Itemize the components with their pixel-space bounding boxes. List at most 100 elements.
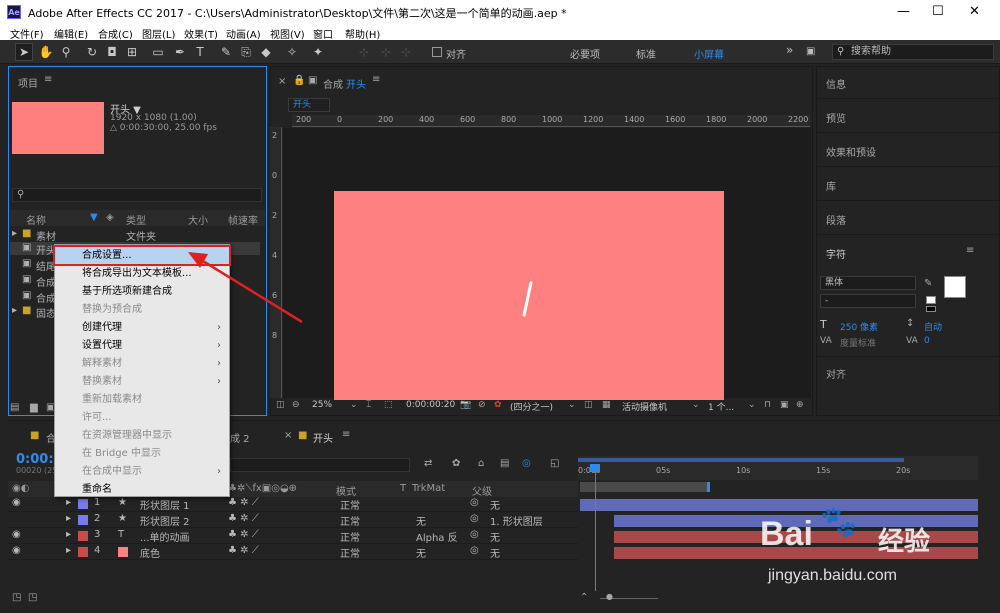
playhead-handle[interactable] bbox=[590, 464, 600, 472]
camera-dropdown[interactable]: 活动摄像机 bbox=[622, 400, 667, 413]
minimize-icon[interactable]: — bbox=[897, 4, 910, 19]
safe-zones-icon[interactable]: ⌶ bbox=[366, 400, 371, 410]
pickwhip-icon[interactable]: ◎ bbox=[470, 497, 479, 508]
layer-label-color[interactable] bbox=[78, 499, 88, 509]
layer-label-color[interactable] bbox=[78, 531, 88, 541]
rectangle-tool-icon[interactable]: ▭ bbox=[150, 44, 166, 60]
help-search-input[interactable]: ⚲ 搜索帮助 bbox=[832, 44, 994, 60]
rotate-tool-icon[interactable]: ↻ bbox=[84, 44, 100, 60]
pan-behind-tool-icon[interactable]: ⊞ bbox=[124, 44, 140, 60]
camera-tool-icon[interactable]: ◘ bbox=[104, 44, 120, 60]
layer-label-color[interactable] bbox=[78, 547, 88, 557]
timeline-tab-active[interactable]: 开头 bbox=[313, 430, 333, 445]
panel-menu-icon[interactable]: ≡ bbox=[372, 74, 380, 85]
pickwhip-icon[interactable]: ◎ bbox=[470, 529, 479, 540]
av-features-icon[interactable]: ◉◐ bbox=[12, 483, 29, 494]
brush-tool-icon[interactable]: ✎ bbox=[218, 44, 234, 60]
context-menu-item[interactable]: 在 Bridge 中显示 bbox=[55, 445, 229, 462]
color-channel-icon[interactable]: ✿ bbox=[494, 400, 502, 410]
resolution-dropdown[interactable]: (四分之一) bbox=[510, 400, 553, 413]
dropdown-arrow-icon[interactable]: ⌄ bbox=[350, 400, 358, 410]
workspace-menu-icon[interactable]: ▣ bbox=[806, 46, 815, 57]
layer-row[interactable]: ◉ ▸ 1 ★ 形状图层 1 ♣ ✲ ⟋ 正常 ◎ 无 bbox=[8, 497, 578, 512]
region-of-interest-icon[interactable]: ◫ bbox=[584, 400, 593, 410]
effects-presets-tab[interactable]: 效果和预设 bbox=[826, 144, 876, 159]
label-tag-icon[interactable]: ◈ bbox=[106, 212, 114, 223]
layer-switches-icon[interactable]: ♣ ✲ ⟋ bbox=[228, 529, 259, 540]
layer-name[interactable]: 形状图层 1 bbox=[140, 497, 190, 512]
paragraph-tab[interactable]: 段落 bbox=[826, 212, 846, 227]
context-menu-item[interactable]: 许可... bbox=[55, 409, 229, 426]
context-menu-item[interactable]: 在合成中显示 › bbox=[55, 463, 229, 480]
new-folder-icon[interactable]: ▆ bbox=[30, 402, 38, 413]
clone-tool-icon[interactable]: ⎘ bbox=[238, 44, 254, 60]
column-trkmat[interactable]: TrkMat bbox=[412, 483, 445, 494]
layer-row[interactable]: ▸ 2 ★ 形状图层 2 ♣ ✲ ⟋ 正常 无 ◎ 1. 形状图层 bbox=[8, 513, 578, 528]
comp-frame[interactable] bbox=[334, 191, 724, 400]
fast-previews-icon[interactable]: ▣ bbox=[780, 400, 789, 410]
transparency-grid-icon[interactable]: ▦ bbox=[602, 400, 611, 410]
workspace-essentials[interactable]: 必要项 bbox=[570, 46, 600, 61]
info-panel-tab[interactable]: 信息 bbox=[826, 76, 846, 91]
layer-switches-icon[interactable]: ♣ ✲ ⟋ bbox=[228, 545, 259, 556]
leading-value[interactable]: 自动 bbox=[924, 320, 942, 333]
layer-mode[interactable]: 正常 bbox=[340, 513, 360, 528]
expand-arrow-icon[interactable]: ▸ bbox=[66, 545, 71, 556]
time-ruler[interactable]: 0:00s 05s 10s 15s 20s bbox=[578, 456, 978, 480]
toggle-switches-icon[interactable]: ◳ bbox=[12, 592, 21, 603]
column-type[interactable]: 类型 bbox=[126, 212, 146, 227]
expand-arrow-icon[interactable]: ▸ bbox=[12, 228, 17, 239]
timeline-search-input[interactable] bbox=[230, 458, 410, 472]
zoom-dropdown[interactable]: 25% bbox=[312, 400, 332, 410]
expand-arrow-icon[interactable]: ▸ bbox=[66, 513, 71, 524]
white-swatch[interactable] bbox=[926, 296, 936, 304]
dropdown-arrow-icon[interactable]: ⌄ bbox=[748, 400, 756, 410]
visibility-eye-icon[interactable]: ◉ bbox=[12, 529, 21, 540]
menu-edit[interactable]: 编辑(E) bbox=[54, 26, 88, 41]
dropdown-arrow-icon[interactable]: ⌄ bbox=[568, 400, 576, 410]
shape-layer-stroke[interactable] bbox=[522, 281, 533, 317]
local-axis-icon[interactable]: ⊹ bbox=[356, 44, 372, 60]
always-preview-icon[interactable]: ◫ bbox=[276, 400, 285, 410]
view-axis-icon[interactable]: ⊹ bbox=[398, 44, 414, 60]
zoom-slider-thumb[interactable]: ● bbox=[606, 592, 613, 601]
selection-tool-icon[interactable]: ➤ bbox=[15, 43, 33, 61]
layer-parent[interactable]: 无 bbox=[490, 545, 500, 560]
zoom-tool-icon[interactable]: ⚲ bbox=[58, 44, 74, 60]
current-time[interactable]: 0:00:00:20 bbox=[406, 400, 455, 410]
character-tab[interactable]: 字符 bbox=[826, 246, 846, 261]
magnification-icon[interactable]: ⊖ bbox=[292, 400, 300, 410]
visibility-eye-icon[interactable]: ◉ bbox=[12, 545, 21, 556]
layer-name[interactable]: 底色 bbox=[140, 545, 160, 560]
pickwhip-icon[interactable]: ◎ bbox=[470, 545, 479, 556]
layer-parent[interactable]: 无 bbox=[490, 529, 500, 544]
layer-name[interactable]: 形状图层 2 bbox=[140, 513, 190, 528]
context-menu-item[interactable]: 设置代理 › bbox=[55, 337, 229, 354]
close-tab-icon[interactable]: × bbox=[284, 430, 292, 441]
kerning-value[interactable]: 度量标准 bbox=[840, 336, 876, 349]
views-dropdown[interactable]: 1 个... bbox=[708, 400, 734, 413]
timeline-timecode[interactable]: 0:00: bbox=[16, 452, 54, 467]
roto-brush-tool-icon[interactable]: ✧ bbox=[284, 44, 300, 60]
preview-panel-tab[interactable]: 预览 bbox=[826, 110, 846, 125]
context-menu-item[interactable]: 解释素材 › bbox=[55, 355, 229, 372]
interpret-footage-icon[interactable]: ▤ bbox=[10, 402, 19, 413]
layer-mode[interactable]: 正常 bbox=[340, 529, 360, 544]
layer-row[interactable]: ◉ ▸ 3 T ...单的动画 ♣ ✲ ⟋ 正常 Alpha 反 ◎ 无 bbox=[8, 529, 578, 544]
column-mode[interactable]: 模式 bbox=[336, 483, 356, 498]
work-area-range[interactable] bbox=[580, 482, 710, 492]
lock-icon[interactable]: 🔒 bbox=[293, 75, 305, 86]
world-axis-icon[interactable]: ⊹ bbox=[378, 44, 394, 60]
graph-editor-icon[interactable]: ◱ bbox=[550, 458, 559, 469]
timeline-tab[interactable]: 成 2 bbox=[230, 430, 250, 445]
column-size[interactable]: 大小 bbox=[188, 212, 208, 227]
motion-blur-icon[interactable]: ◎ bbox=[522, 458, 531, 469]
workspace-small-screen[interactable]: 小屏幕 bbox=[694, 46, 724, 61]
layer-parent[interactable]: 无 bbox=[490, 497, 500, 512]
close-icon[interactable]: ✕ bbox=[969, 4, 980, 19]
snap-checkbox[interactable] bbox=[432, 47, 442, 57]
dropdown-arrow-icon[interactable]: ⌄ bbox=[692, 400, 700, 410]
menu-layer[interactable]: 图层(L) bbox=[142, 26, 175, 41]
column-parent[interactable]: 父级 bbox=[472, 483, 492, 498]
tracking-value[interactable]: 0 bbox=[924, 336, 930, 346]
